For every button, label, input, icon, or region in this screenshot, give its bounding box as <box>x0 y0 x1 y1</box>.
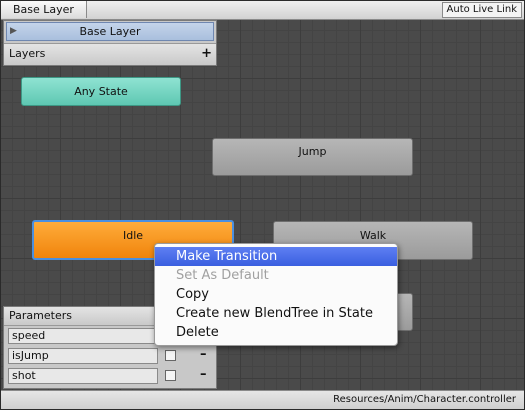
layer-breadcrumb[interactable]: Base Layer <box>1 1 87 18</box>
menu-item-create-blendtree[interactable]: Create new BlendTree in State <box>155 304 397 323</box>
state-label: Jump <box>298 145 327 158</box>
parameter-bool-checkbox[interactable] <box>165 370 176 381</box>
layers-header: Layers + <box>4 43 216 65</box>
state-label: Idle <box>122 229 144 242</box>
remove-parameter-button[interactable]: – <box>200 367 207 383</box>
parameter-name-field[interactable]: isJump <box>8 348 158 364</box>
animator-window: Base Layer Auto Live Link ▶ Base Layer L… <box>0 0 525 410</box>
menu-item-delete[interactable]: Delete <box>155 323 397 342</box>
state-any-state[interactable]: Any State <box>21 77 181 106</box>
status-bar: Resources/Anim/Character.controller <box>1 390 524 409</box>
parameter-row-shot: shot – <box>4 366 216 386</box>
state-jump[interactable]: Jump <box>212 138 413 176</box>
expand-arrow-icon[interactable]: ▶ <box>10 23 17 40</box>
controller-path: Resources/Anim/Character.controller <box>333 394 516 405</box>
state-label: Any State <box>74 85 128 98</box>
menu-item-set-as-default: Set As Default <box>176 268 269 283</box>
parameter-row-isjump: isJump – <box>4 346 216 366</box>
layer-item-base-layer[interactable]: ▶ Base Layer <box>6 22 214 41</box>
menu-item-make-transition[interactable]: Make Transition <box>155 247 397 266</box>
layers-header-label: Layers <box>9 47 46 60</box>
add-layer-button[interactable]: + <box>201 44 212 64</box>
layer-item-label: Base Layer <box>79 25 141 38</box>
layers-panel: ▶ Base Layer Layers + <box>3 20 217 66</box>
menu-item-copy[interactable]: Copy <box>155 285 397 304</box>
parameter-bool-checkbox[interactable] <box>165 350 176 361</box>
auto-live-link-toggle[interactable]: Auto Live Link <box>441 2 522 18</box>
remove-parameter-button[interactable]: – <box>200 347 207 363</box>
parameter-name-field[interactable]: speed <box>8 328 158 344</box>
state-label: Walk <box>359 229 387 242</box>
state-context-menu: Make Transition Set As Default Copy Crea… <box>154 243 398 346</box>
parameter-name-field[interactable]: shot <box>8 368 158 384</box>
animator-toolbar: Base Layer Auto Live Link <box>1 1 524 20</box>
